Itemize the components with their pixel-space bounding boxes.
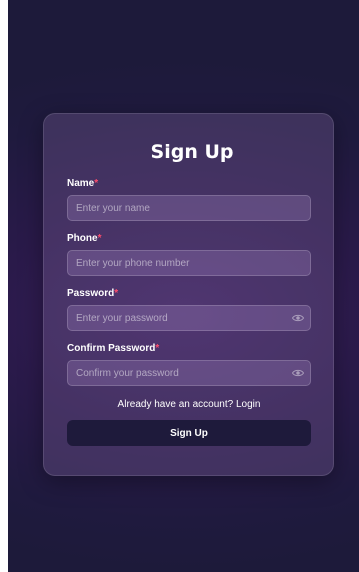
password-input[interactable] bbox=[67, 305, 311, 331]
confirm-password-label: Confirm Password* bbox=[67, 343, 317, 355]
phone-label-text: Phone bbox=[67, 233, 98, 244]
login-prompt-row: Already have an account? Login bbox=[67, 398, 311, 412]
sign-up-button[interactable]: Sign Up bbox=[67, 420, 311, 446]
name-label-text: Name bbox=[67, 178, 95, 189]
confirm-password-field-wrapper bbox=[67, 360, 311, 386]
confirm-password-input[interactable] bbox=[67, 360, 311, 386]
name-input[interactable] bbox=[67, 195, 311, 221]
name-field-wrapper bbox=[67, 195, 311, 221]
form-title: Sign Up bbox=[150, 141, 234, 163]
password-label: Password* bbox=[67, 288, 317, 300]
signup-card: Sign Up Name* Phone* Password* Confirm P… bbox=[43, 113, 334, 476]
login-link[interactable]: Login bbox=[236, 399, 260, 410]
page-background: Sign Up Name* Phone* Password* Confirm P… bbox=[8, 0, 359, 572]
password-field-wrapper bbox=[67, 305, 311, 331]
phone-input[interactable] bbox=[67, 250, 311, 276]
password-label-text: Password bbox=[67, 288, 115, 299]
eye-icon[interactable] bbox=[292, 368, 304, 378]
phone-label: Phone* bbox=[67, 233, 317, 245]
name-label: Name* bbox=[67, 178, 317, 190]
required-marker: * bbox=[97, 233, 102, 244]
confirm-password-label-text: Confirm Password bbox=[67, 343, 156, 354]
phone-field-wrapper bbox=[67, 250, 311, 276]
required-marker: * bbox=[114, 288, 119, 299]
eye-icon[interactable] bbox=[292, 313, 304, 323]
required-marker: * bbox=[155, 343, 160, 354]
login-prompt-text: Already have an account? bbox=[117, 399, 234, 410]
required-marker: * bbox=[94, 178, 99, 189]
